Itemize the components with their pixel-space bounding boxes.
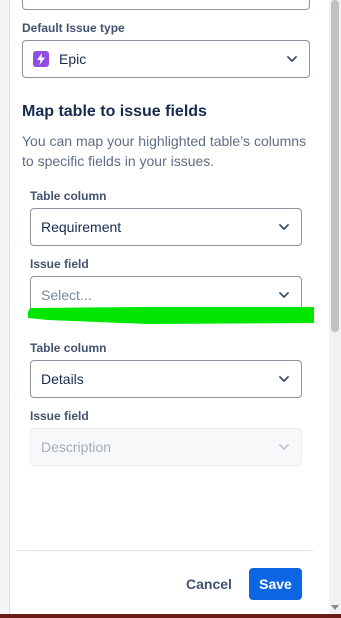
cancel-button[interactable]: Cancel [178,568,240,600]
previous-field-cutoff[interactable] [22,0,310,10]
footer-divider [17,550,313,551]
table-column-label: Table column [30,341,107,355]
section-title: Map table to issue fields [22,103,207,120]
issue-field-placeholder: Select... [41,287,92,303]
window-bottom-edge [0,614,341,618]
epic-icon [33,51,49,67]
scrollbar[interactable] [329,0,341,618]
default-issue-type-value: Epic [59,51,87,67]
chevron-down-icon [279,376,289,382]
scrollbar-thumb[interactable] [331,0,339,332]
section-description: You can map your highlighted table’s col… [22,133,307,169]
chevron-down-icon [279,292,289,298]
panel-left-edge [0,0,10,618]
table-column-select[interactable]: Requirement [30,208,302,246]
scroll-down-arrow-icon[interactable] [331,605,339,610]
table-column-value: Requirement [41,219,122,235]
chevron-down-icon [279,224,289,230]
default-issue-type-select[interactable]: Epic [22,40,310,78]
issue-field-label: Issue field [30,257,89,271]
issue-field-label: Issue field [30,409,89,423]
highlight-mark [28,307,314,324]
save-button[interactable]: Save [249,568,302,600]
issue-field-value: Description [41,439,112,455]
chevron-down-icon [287,56,297,62]
table-column-select[interactable]: Details [30,360,302,398]
issue-field-select-disabled: Description [30,428,302,466]
chevron-down-icon [279,444,289,450]
table-column-label: Table column [30,189,107,203]
default-issue-type-label: Default Issue type [22,21,125,35]
table-column-value: Details [41,371,84,387]
